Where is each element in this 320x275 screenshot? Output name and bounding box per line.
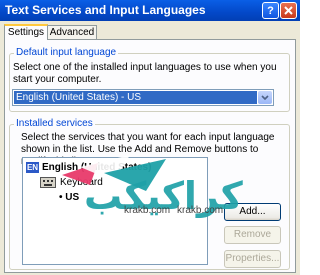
default-language-select[interactable]: English (United States) - US xyxy=(12,89,274,106)
watermark-url-right: krakb.com xyxy=(177,205,224,216)
window-title: Text Services and Input Languages xyxy=(5,3,206,17)
installed-services-group-label: Installed services xyxy=(14,118,95,129)
default-language-description: Select one of the installed input langua… xyxy=(13,62,277,85)
help-button[interactable]: ? xyxy=(262,2,279,19)
tab-settings[interactable]: Settings xyxy=(4,24,48,40)
watermark-url-left: krakb.com xyxy=(124,205,171,216)
keyboard-icon xyxy=(40,177,56,188)
default-language-group-label: Default input language xyxy=(14,47,119,58)
close-button[interactable] xyxy=(280,2,297,19)
dialog-window: Text Services and Input Languages ? Sett… xyxy=(0,0,300,275)
default-language-selected-value: English (United States) - US xyxy=(14,91,257,104)
language-badge: EN xyxy=(26,162,39,173)
tab-advanced[interactable]: Advanced xyxy=(47,25,97,39)
remove-button[interactable]: Remove xyxy=(224,226,281,244)
close-icon xyxy=(284,6,293,15)
dropdown-button[interactable] xyxy=(258,91,272,104)
title-bar[interactable]: Text Services and Input Languages ? xyxy=(0,0,300,21)
chevron-down-icon xyxy=(261,95,269,101)
properties-button[interactable]: Properties... xyxy=(224,250,281,268)
